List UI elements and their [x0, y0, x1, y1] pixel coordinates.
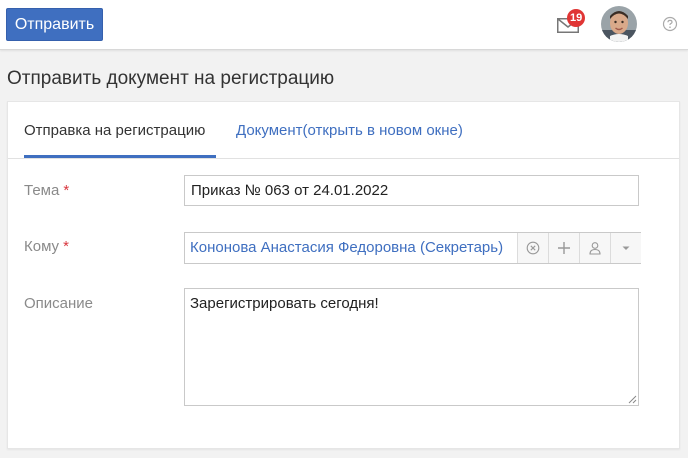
- select-person-button[interactable]: [579, 233, 610, 263]
- subject-label-text: Тема: [24, 182, 60, 199]
- to-label: Кому *: [24, 238, 69, 255]
- avatar[interactable]: [601, 6, 637, 42]
- caret-down-icon: [622, 246, 630, 250]
- to-label-text: Кому: [24, 238, 60, 255]
- to-required-mark: *: [63, 238, 69, 255]
- recipient-field[interactable]: Кононова Анастасия Федоровна (Секретарь): [184, 232, 641, 264]
- description-label: Описание: [24, 295, 94, 312]
- subject-label: Тема *: [24, 182, 69, 199]
- tab-document-new-window[interactable]: Документ(открыть в новом окне): [236, 122, 463, 139]
- person-icon: [589, 242, 601, 255]
- add-recipient-button[interactable]: [548, 233, 579, 263]
- subject-input[interactable]: Приказ № 063 от 24.01.2022: [184, 175, 639, 206]
- clear-icon: [526, 241, 540, 255]
- help-icon: [662, 16, 678, 32]
- tab-bar: Отправка на регистрацию Документ(открыть…: [8, 102, 679, 159]
- subject-required-mark: *: [63, 182, 70, 199]
- notification-count-badge: 19: [567, 9, 586, 27]
- recipient-dropdown-button[interactable]: [610, 233, 641, 263]
- form-card: Отправка на регистрацию Документ(открыть…: [7, 101, 680, 449]
- page-title: Отправить документ на регистрацию: [7, 68, 335, 89]
- description-textarea[interactable]: Зарегистрировать сегодня!: [184, 288, 639, 406]
- resize-handle-icon[interactable]: [628, 395, 637, 404]
- top-toolbar: Отправить 19: [0, 0, 688, 50]
- recipient-value[interactable]: Кононова Анастасия Федоровна (Секретарь): [190, 233, 503, 263]
- send-button[interactable]: Отправить: [6, 8, 103, 41]
- plus-icon: [558, 242, 570, 254]
- clear-recipient-button[interactable]: [517, 233, 548, 263]
- tab-registration[interactable]: Отправка на регистрацию: [24, 122, 205, 139]
- description-value: Зарегистрировать сегодня!: [190, 295, 379, 312]
- active-tab-indicator: [24, 155, 216, 158]
- help-button[interactable]: [662, 16, 678, 32]
